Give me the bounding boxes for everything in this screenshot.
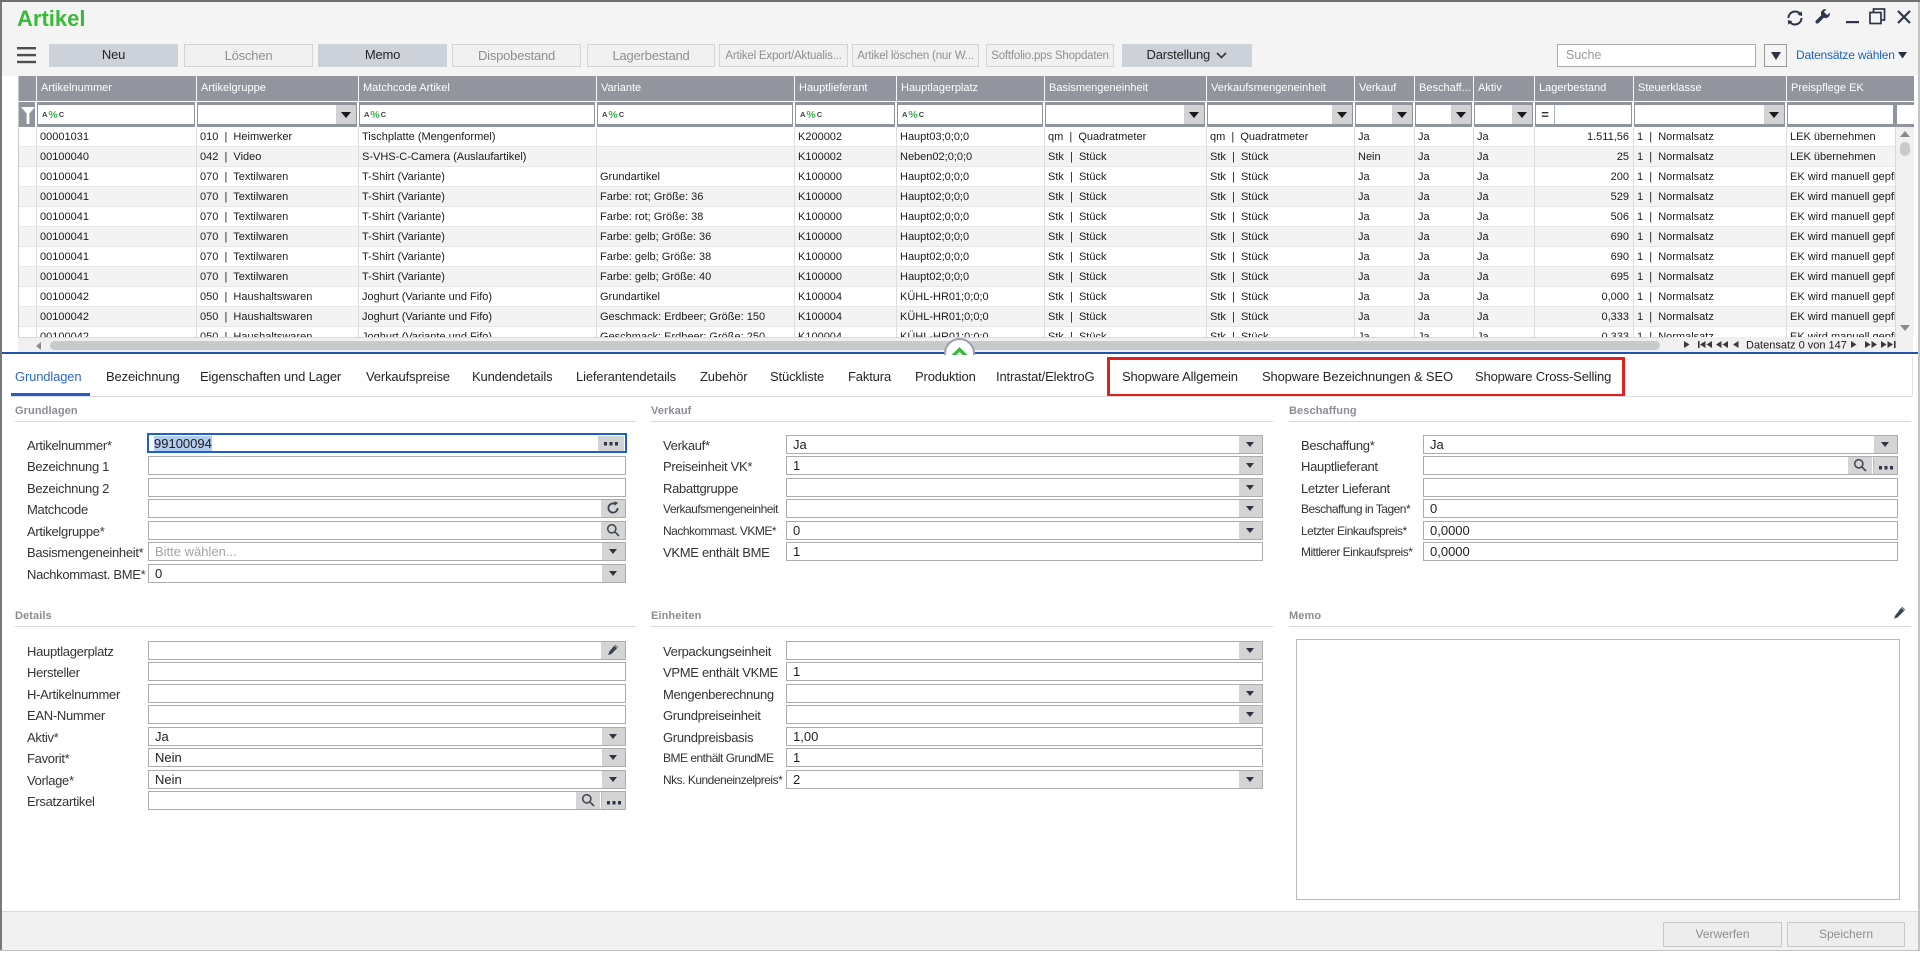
svg-text:Datensatz 0 von 147: Datensatz 0 von 147	[1746, 340, 1847, 352]
